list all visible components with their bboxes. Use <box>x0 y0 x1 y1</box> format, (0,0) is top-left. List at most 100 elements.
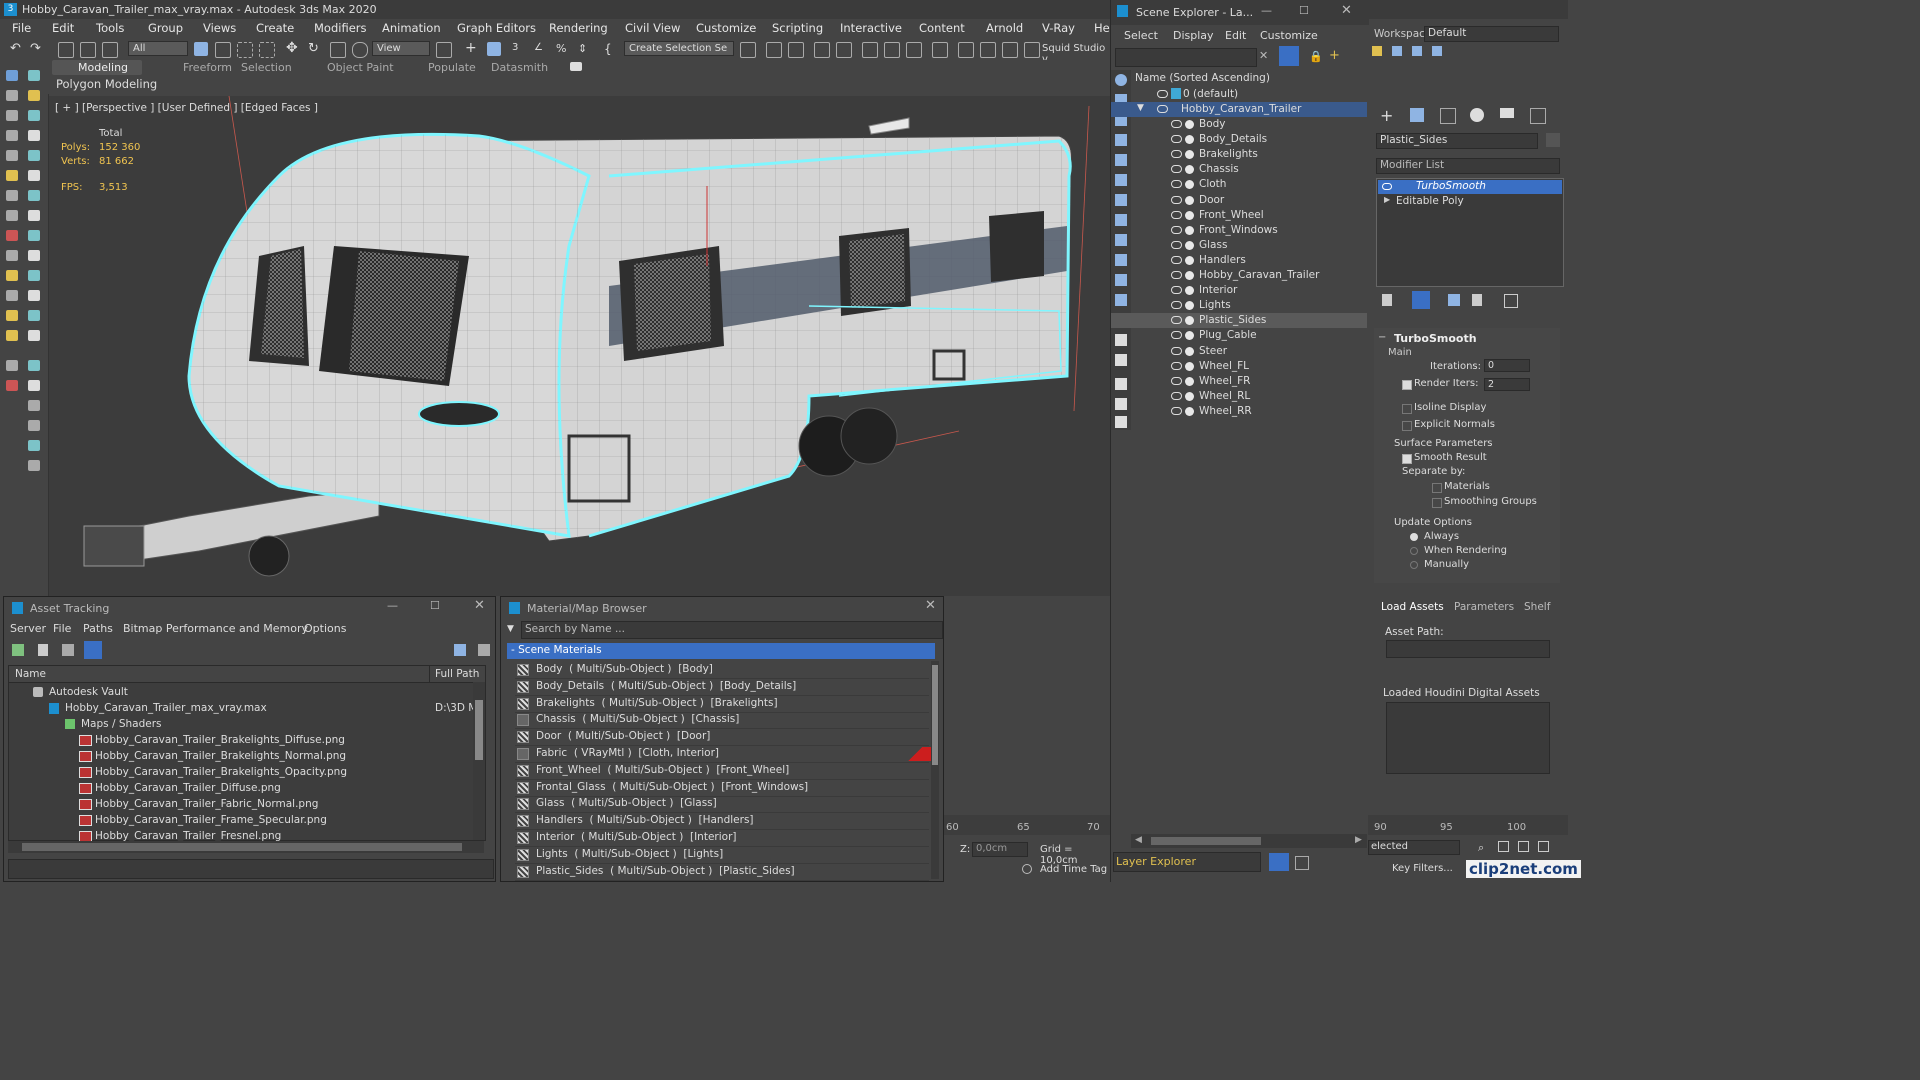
rect-selection-icon[interactable] <box>237 42 253 58</box>
link-icon[interactable] <box>58 42 74 58</box>
freeze-icon[interactable] <box>1185 301 1194 311</box>
squid-studio-icon[interactable] <box>1024 42 1040 58</box>
freeze-icon[interactable] <box>1185 120 1194 129</box>
menu-edit[interactable]: Edit <box>52 21 74 35</box>
manually-radio[interactable] <box>1410 561 1418 569</box>
pivot-tool-icon[interactable] <box>28 420 40 431</box>
torus-tool-icon[interactable] <box>28 250 40 261</box>
when-rendering-radio[interactable] <box>1410 547 1418 555</box>
menu-views[interactable]: Views <box>203 21 236 35</box>
render-setup-icon[interactable] <box>932 42 948 58</box>
freeze-icon[interactable] <box>1185 135 1194 145</box>
modifier-list-dropdown[interactable]: Modifier List <box>1376 158 1560 174</box>
tab-shelf[interactable]: Shelf <box>1524 601 1550 613</box>
asset-path-field[interactable] <box>8 859 494 879</box>
close-icon[interactable]: ✕ <box>1341 3 1352 18</box>
freeze-icon[interactable] <box>1185 195 1194 205</box>
freeze-icon[interactable] <box>1185 391 1194 401</box>
scene-search-input[interactable] <box>1115 48 1257 67</box>
object-row[interactable]: Door <box>1111 193 1367 208</box>
material-row[interactable]: Chassis ( Multi/Sub-Object ) [Chassis] <box>515 712 929 730</box>
rollout-collapse-icon[interactable]: − <box>1378 332 1386 343</box>
create-tab-icon[interactable]: + <box>1380 106 1393 125</box>
paint-tool-icon[interactable] <box>28 70 40 81</box>
panel-icon-2[interactable] <box>1392 46 1402 56</box>
key-filters-button[interactable]: Key Filters... <box>1392 863 1453 874</box>
smooth-result-checkbox[interactable] <box>1402 454 1412 464</box>
scroll-thumb[interactable] <box>22 843 462 851</box>
bind-spacewarp-icon[interactable] <box>102 42 118 58</box>
freeze-icon[interactable] <box>1185 255 1194 265</box>
object-row[interactable]: Wheel_RR <box>1111 404 1367 419</box>
isoline-checkbox[interactable] <box>1402 404 1412 414</box>
material-row[interactable]: Door ( Multi/Sub-Object ) [Door] <box>515 729 929 747</box>
render-cloud-icon[interactable] <box>1002 42 1018 58</box>
caravan-trailer-model[interactable] <box>49 96 1110 596</box>
maximize-icon[interactable]: ☐ <box>430 599 440 612</box>
toggle-layer-explorer-icon[interactable] <box>836 42 852 58</box>
eye-icon[interactable] <box>1171 376 1182 385</box>
material-row[interactable]: Lights ( Multi/Sub-Object ) [Lights] <box>515 847 929 864</box>
pin-stack-icon[interactable] <box>1382 294 1392 306</box>
percent-snap-icon[interactable]: % <box>556 42 570 56</box>
time-tag-icon[interactable] <box>1022 864 1032 874</box>
menu-civil-view[interactable]: Civil View <box>625 21 680 35</box>
object-row[interactable]: Hobby_Caravan_Trailer <box>1111 268 1367 283</box>
freeze-icon[interactable] <box>1185 316 1194 326</box>
modifier-item-turbosmooth[interactable]: TurboSmooth <box>1378 180 1562 194</box>
menu-graph-editors[interactable]: Graph Editors <box>457 21 536 35</box>
toggle-scene-explorer-icon[interactable] <box>814 42 830 58</box>
tube-tool-icon[interactable] <box>6 250 18 261</box>
material-row[interactable]: Interior ( Multi/Sub-Object ) [Interior] <box>515 830 929 847</box>
object-row[interactable]: Cloth <box>1111 177 1367 192</box>
object-row[interactable]: Body <box>1111 117 1367 132</box>
eye-icon[interactable] <box>1171 391 1182 400</box>
freeze-icon[interactable] <box>1185 210 1194 220</box>
scene-menu-select[interactable]: Select <box>1124 29 1158 42</box>
asset-path-input[interactable] <box>1386 640 1550 658</box>
space-warp-tool-icon[interactable] <box>6 360 18 371</box>
time-slider-right[interactable] <box>1368 815 1568 835</box>
object-row[interactable]: Wheel_FR <box>1111 374 1367 389</box>
menu-content[interactable]: Content <box>919 21 965 35</box>
edge-tool-icon[interactable] <box>6 150 18 161</box>
tab-parameters[interactable]: Parameters <box>1454 601 1514 613</box>
helper-tool-icon[interactable] <box>6 230 18 241</box>
material-row[interactable]: Glass ( Multi/Sub-Object ) [Glass] <box>515 796 929 814</box>
asset-menu-file[interactable]: File <box>53 622 71 635</box>
show-end-result-icon[interactable] <box>1412 291 1430 309</box>
perspective-viewport[interactable]: [ + ] [Perspective ] [User Defined ] [Ed… <box>49 96 1110 596</box>
add-time-tag-label[interactable]: Add Time Tag <box>1040 864 1107 875</box>
scroll-thumb[interactable] <box>932 665 938 765</box>
selection-filter-dropdown[interactable]: All <box>128 41 188 56</box>
render-iters-spinner[interactable]: 2 <box>1484 378 1530 391</box>
clear-search-icon[interactable]: ✕ <box>1259 49 1268 62</box>
object-row[interactable]: Interior <box>1111 283 1367 298</box>
smoothing-groups-checkbox[interactable] <box>1432 498 1442 508</box>
help-tool-icon[interactable] <box>28 330 40 341</box>
eye-icon[interactable] <box>1171 406 1182 415</box>
minimize-icon[interactable]: — <box>387 599 398 612</box>
ribbon-subtab-polygon-modeling[interactable]: Polygon Modeling <box>56 77 157 91</box>
omni-tool-icon[interactable] <box>6 330 18 341</box>
remove-modifier-icon[interactable] <box>1472 294 1482 306</box>
asset-vertical-scrollbar[interactable] <box>473 682 485 840</box>
iterations-spinner[interactable]: 0 <box>1484 359 1530 372</box>
table-view-icon[interactable] <box>84 641 102 659</box>
menu-tools[interactable]: Tools <box>96 21 124 35</box>
expand-arrow-icon[interactable]: ▶ <box>1384 195 1390 204</box>
material-row[interactable]: Front_Wheel ( Multi/Sub-Object ) [Front_… <box>515 763 929 780</box>
freeze-icon[interactable] <box>1185 271 1194 280</box>
workspace-dropdown[interactable]: Default <box>1424 26 1559 42</box>
bones-tool-icon[interactable] <box>28 440 40 451</box>
expand-arrow-icon[interactable]: ▼ <box>1137 103 1144 113</box>
panel-icon-3[interactable] <box>1412 46 1422 56</box>
eye-icon[interactable] <box>1171 286 1182 295</box>
eye-icon[interactable] <box>1157 105 1168 113</box>
scene-menu-edit[interactable]: Edit <box>1225 29 1246 42</box>
schematic-view-icon[interactable] <box>884 42 900 58</box>
object-name-field[interactable]: Plastic_Sides <box>1376 133 1538 149</box>
freeze-icon[interactable] <box>1185 180 1194 190</box>
motion-tab-icon[interactable] <box>1470 108 1484 122</box>
scroll-left-icon[interactable]: ◀ <box>1135 835 1142 845</box>
